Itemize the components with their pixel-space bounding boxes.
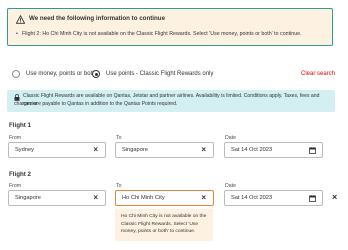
radio-use-money-points[interactable]: Use money, points or both xyxy=(12,69,96,79)
tooltip-text: Ho Chi Minh City is not available on the… xyxy=(121,213,209,236)
to-label: To xyxy=(116,183,122,189)
flight-2-date-field[interactable]: Sat 14 Oct 2023 xyxy=(224,190,323,206)
date-label: Date xyxy=(225,135,236,141)
from-label: From xyxy=(9,135,22,141)
radio-label: Use points - Classic Flight Rewards only xyxy=(106,71,214,77)
radio-label: Use money, points or both xyxy=(26,71,96,77)
flight-1-date-field[interactable]: Sat 14 Oct 2023 xyxy=(224,142,323,158)
from-label: From xyxy=(9,183,22,189)
alert-title: We need the following information to con… xyxy=(29,15,166,22)
date-value: Sat 14 Oct 2023 xyxy=(231,147,273,153)
calendar-icon[interactable] xyxy=(309,195,316,202)
to-value: Ho Chi Minh City xyxy=(122,195,165,201)
remove-flight-2-icon[interactable]: × xyxy=(332,192,337,202)
flight-1-from-field[interactable]: Sydney × xyxy=(8,142,106,158)
radio-use-points-only[interactable]: Use points - Classic Flight Rewards only xyxy=(92,69,213,79)
flight-1-to-field[interactable]: Singapore × xyxy=(115,142,214,158)
radio-circle-selected[interactable] xyxy=(92,70,100,78)
tooltip-line: Ho Chi Minh City is not available on the xyxy=(121,214,207,219)
flight-2-title: Flight 2 xyxy=(9,171,31,178)
from-value: Singapore xyxy=(15,195,41,201)
calendar-icon[interactable] xyxy=(309,147,316,154)
tooltip-line: Classic Flight Rewards. Select 'Use xyxy=(121,221,199,227)
radio-circle-unselected[interactable] xyxy=(12,70,20,78)
date-label: Date xyxy=(225,183,236,189)
warning-icon xyxy=(16,15,25,24)
validation-alert: We need the following information to con… xyxy=(7,8,333,46)
alert-item: Flight 2: Ho Chi Minh City is not availa… xyxy=(16,31,302,37)
to-value: Singapore xyxy=(122,147,148,153)
to-label: To xyxy=(116,135,122,141)
date-value: Sat 14 Oct 2023 xyxy=(231,195,273,201)
flight-2-to-field[interactable]: Ho Chi Minh City × xyxy=(115,190,214,206)
info-text-line2: charges are payable to Qantas in additio… xyxy=(14,101,178,107)
clear-to-icon[interactable]: × xyxy=(201,193,206,202)
tooltip-line: money, points or both' to continue. xyxy=(121,229,196,234)
clear-from-icon[interactable]: × xyxy=(93,193,98,202)
destination-error-tooltip: Ho Chi Minh City is not available on the… xyxy=(115,209,213,241)
lock-icon xyxy=(14,94,20,101)
flight-2-from-field[interactable]: Singapore × xyxy=(8,190,106,206)
info-box: Classic Flight Rewards are available on … xyxy=(7,90,335,112)
clear-from-icon[interactable]: × xyxy=(93,145,98,154)
flight-1-title: Flight 1 xyxy=(9,122,31,129)
clear-search-link[interactable]: Clear search xyxy=(301,71,335,77)
clear-to-icon[interactable]: × xyxy=(201,145,206,154)
from-value: Sydney xyxy=(15,147,34,153)
